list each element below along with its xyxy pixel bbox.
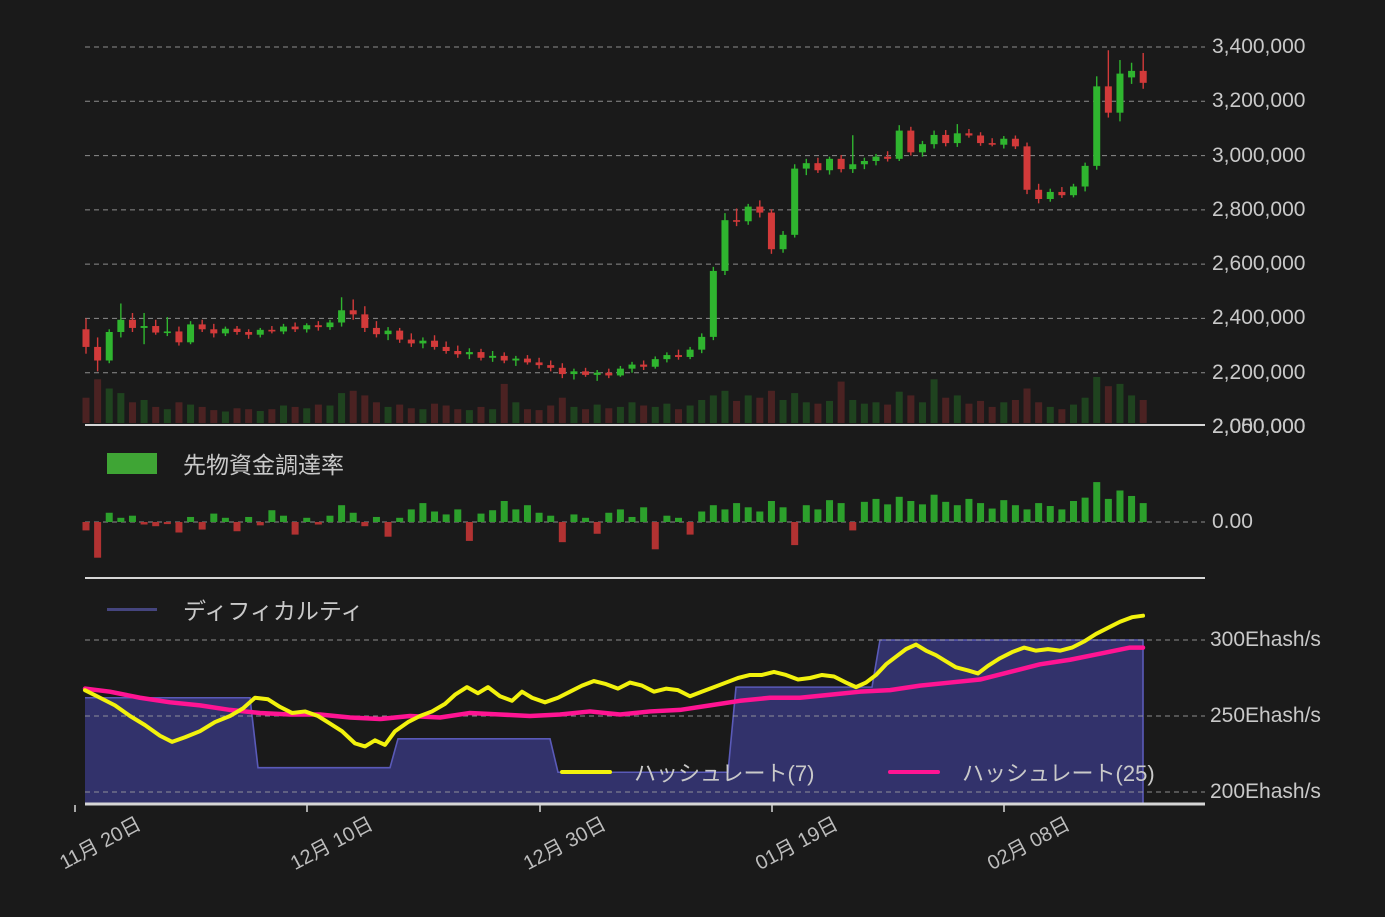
difficulty-legend-label: ディフィカルティ <box>183 592 364 626</box>
funding-zero-label: 0.00 <box>1212 511 1253 532</box>
hashrate7-legend-label: ハッシュレート(7) <box>634 756 814 788</box>
price-axis-label: 2,800,000 <box>1212 199 1305 220</box>
hashrate7-legend-swatch <box>560 770 612 774</box>
hashrate-axis-label: 250Ehash/s <box>1210 705 1321 726</box>
price-axis-label: 3,200,000 <box>1212 90 1305 111</box>
price-axis-label: 2,200,000 <box>1212 362 1305 383</box>
price-axis-label: 2,600,000 <box>1212 253 1305 274</box>
crypto-chart-root: 先物資金調達率 ディフィカルティ ハッシュレート(7) ハッシュレート(25) … <box>0 0 1385 917</box>
funding-rate-legend-swatch <box>107 453 157 474</box>
hashrate25-legend-label: ハッシュレート(25) <box>962 756 1155 788</box>
hashrate-axis-label: 200Ehash/s <box>1210 781 1321 802</box>
hashrate25-legend: ハッシュレート(25) <box>888 758 1155 786</box>
price-axis-overlap-label: 2,050,000 <box>1212 416 1305 437</box>
price-axis-label: 3,000,000 <box>1212 145 1305 166</box>
hashrate25-legend-swatch <box>888 770 940 774</box>
hashrate7-legend: ハッシュレート(7) <box>560 758 814 786</box>
funding-rate-legend-label: 先物資金調達率 <box>183 446 344 480</box>
hashrate-axis-label: 300Ehash/s <box>1210 629 1321 650</box>
price-axis-label: 2,400,000 <box>1212 307 1305 328</box>
difficulty-legend-swatch <box>107 608 157 611</box>
difficulty-legend: ディフィカルティ <box>107 596 364 622</box>
price-axis-label: 3,400,000 <box>1212 36 1305 57</box>
funding-rate-legend: 先物資金調達率 <box>107 446 344 480</box>
